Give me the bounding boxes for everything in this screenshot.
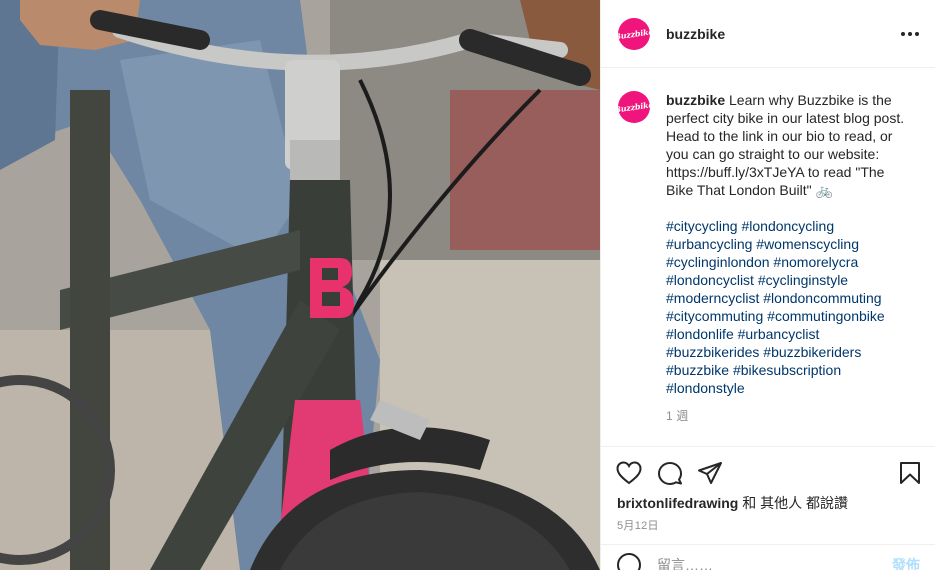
post-header: Buzzbike buzzbike — [601, 0, 935, 68]
hashtag-link[interactable]: #urbancyclist — [738, 326, 820, 342]
hashtag-link[interactable]: #citycommuting — [666, 308, 763, 324]
hashtag-list: #citycycling #londoncycling #urbancyclin… — [666, 217, 919, 397]
caption-username[interactable]: buzzbike — [666, 92, 725, 108]
comment-bubble-icon[interactable] — [657, 461, 683, 485]
hashtag-link[interactable]: #moderncyclist — [666, 290, 759, 306]
bike-illustration — [0, 0, 600, 570]
post-comment-button[interactable]: 發佈 — [892, 555, 920, 570]
caption-area: Buzzbike buzzbike Learn why Buzzbike is … — [601, 68, 935, 425]
post-side-panel: Buzzbike buzzbike Buzzbike buzzbike Lear… — [600, 0, 935, 570]
caption-author-avatar[interactable]: Buzzbike — [614, 91, 654, 123]
hashtag-link[interactable]: #londoncommuting — [763, 290, 881, 306]
caption-line-3: Head to the link in our bio to read, or — [666, 128, 893, 144]
emoji-smiley-icon[interactable] — [617, 552, 641, 570]
hashtag-link[interactable]: #buzzbikeriders — [763, 344, 861, 360]
hashtag-link[interactable]: #londoncyclist — [666, 272, 754, 288]
post-caption: buzzbike Learn why Buzzbike is the perfe… — [666, 91, 919, 425]
bookmark-icon[interactable] — [899, 461, 921, 485]
avatar-logo-text: Buzzbike — [613, 25, 655, 42]
hashtag-link[interactable]: #womenscycling — [756, 236, 859, 252]
post-actions-bar — [601, 446, 935, 496]
hashtag-link[interactable]: #londoncycling — [741, 218, 834, 234]
author-username[interactable]: buzzbike — [666, 26, 725, 42]
likes-summary: brixtonlifedrawing 和 其他人 都說讚 — [617, 493, 848, 513]
hashtag-link[interactable]: #citycycling — [666, 218, 738, 234]
comment-input[interactable] — [657, 556, 857, 570]
hashtag-link[interactable]: #londonstyle — [666, 380, 745, 396]
caption-line-5: https://buff.ly/3xTJeYA to read "The — [666, 164, 885, 180]
hashtag-link[interactable]: #londonlife — [666, 326, 734, 342]
hashtag-link[interactable]: #cyclinginlondon — [666, 254, 770, 270]
caption-line-1: Learn why Buzzbike is the — [725, 92, 892, 108]
hashtag-link[interactable]: #buzzbikerides — [666, 344, 759, 360]
caption-line-4: you can go straight to our website: — [666, 146, 880, 162]
post-photo[interactable] — [0, 0, 600, 570]
hashtag-link[interactable]: #cyclinginstyle — [758, 272, 848, 288]
paper-plane-icon[interactable] — [697, 461, 723, 485]
caption-line-2: perfect city bike in our latest blog pos… — [666, 110, 905, 126]
caption-line-6: Bike That London Built" 🚲 — [666, 182, 833, 198]
hashtag-link[interactable]: #nomorelycra — [773, 254, 858, 270]
caption-avatar-logo-text: Buzzbike — [613, 99, 655, 115]
post-date[interactable]: 5月12日 — [617, 517, 659, 533]
liked-by-username[interactable]: brixtonlifedrawing — [617, 495, 738, 511]
heart-icon[interactable] — [616, 461, 642, 485]
caption-time-ago[interactable]: 1 週 — [666, 407, 919, 425]
likes-suffix[interactable]: 和 其他人 都說讚 — [738, 495, 848, 511]
hashtag-link[interactable]: #buzzbike — [666, 362, 729, 378]
hashtag-link[interactable]: #commutingonbike — [767, 308, 885, 324]
author-avatar[interactable]: Buzzbike — [614, 17, 654, 50]
hashtag-link[interactable]: #urbancycling — [666, 236, 752, 252]
hashtag-link[interactable]: #bikesubscription — [733, 362, 841, 378]
comment-bar: 發佈 — [601, 544, 935, 570]
more-options-icon[interactable] — [901, 26, 919, 42]
